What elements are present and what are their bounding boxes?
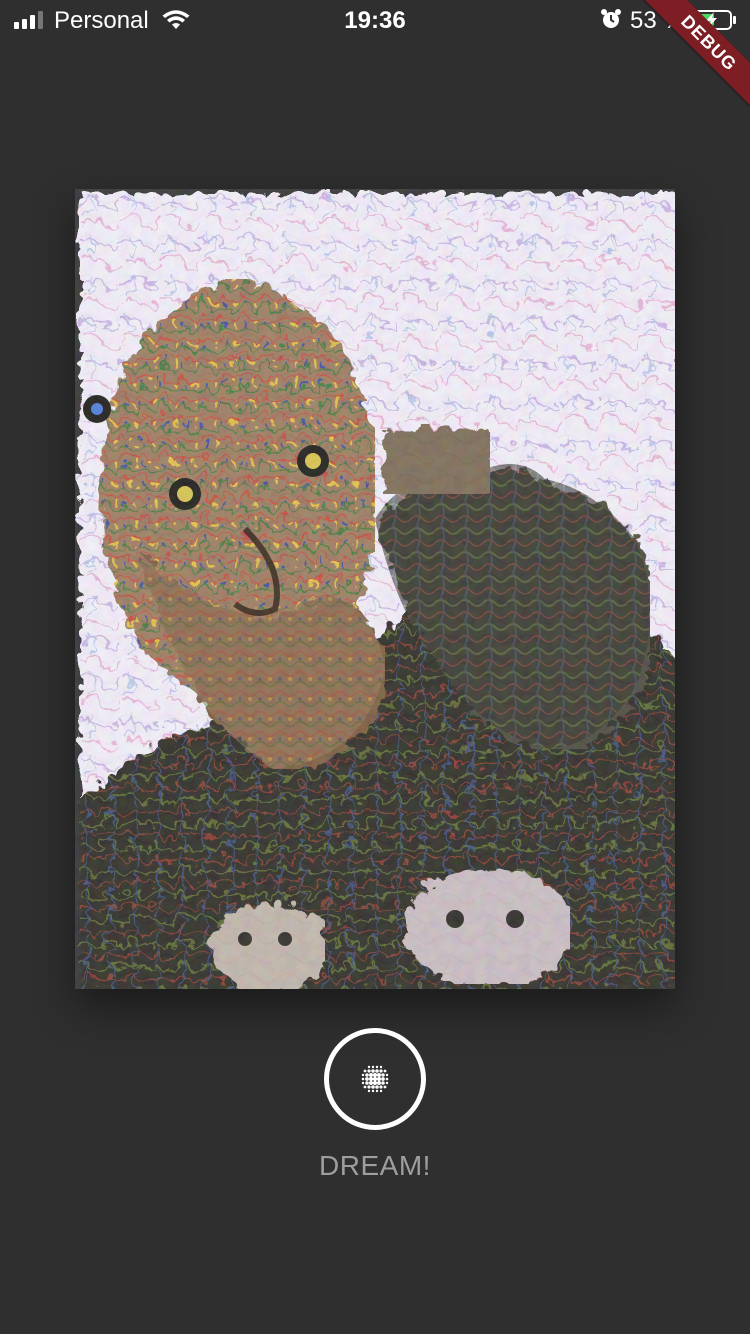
- dream-button[interactable]: [324, 1028, 426, 1130]
- dots-grid-icon: [361, 1065, 389, 1093]
- app-screen: Personal 19:36 53 % DEBUG DREAM!: [0, 0, 750, 1334]
- dream-button-label[interactable]: DREAM!: [0, 1150, 750, 1182]
- status-bar: Personal 19:36 53 %: [0, 0, 750, 40]
- alarm-clock-icon: [601, 9, 621, 28]
- dream-image-art: [75, 189, 675, 989]
- dream-image: [75, 189, 675, 989]
